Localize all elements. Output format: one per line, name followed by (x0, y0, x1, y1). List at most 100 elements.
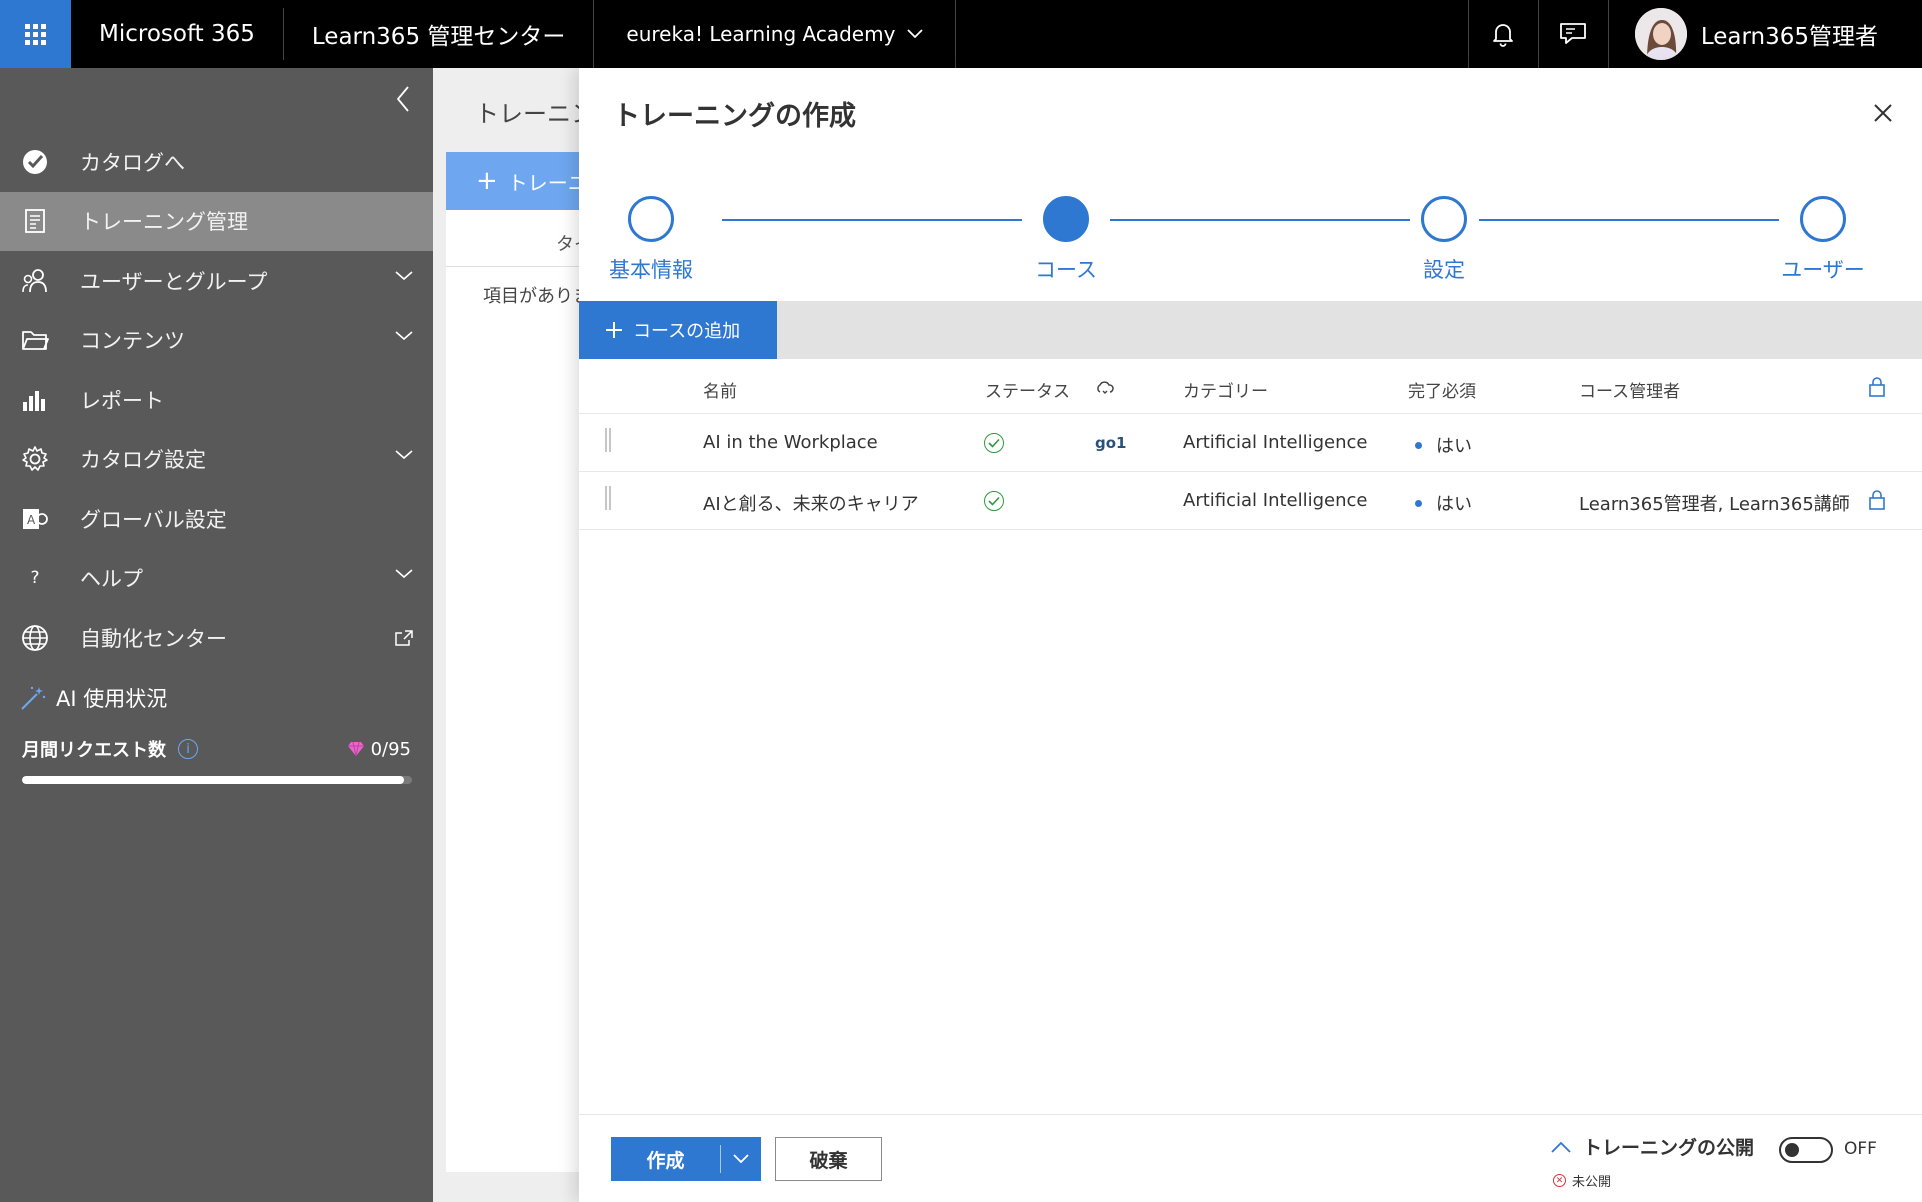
step-connector (1479, 219, 1779, 221)
column-header-name[interactable]: 名前 (703, 377, 737, 402)
bar-chart-icon (20, 385, 50, 415)
step-circle-current (1043, 196, 1089, 242)
course-toolbar: コースの追加 (579, 301, 1922, 359)
status-check-icon (984, 433, 1004, 453)
publish-label: トレーニングの公開 (1583, 1137, 1755, 1159)
drag-handle-icon[interactable] (605, 486, 611, 510)
step-connector (722, 219, 1022, 221)
user-menu[interactable]: Learn365管理者 (1607, 0, 1922, 68)
table-row[interactable]: AI in the Workplace go1 Artificial Intel… (579, 414, 1922, 472)
sidebar-item-label: ユーザーとグループ (80, 269, 268, 294)
chevron-down-icon (733, 1154, 749, 1164)
publish-status-text: 未公開 (1572, 1175, 1612, 1190)
tenant-name: eureka! Learning Academy (626, 22, 896, 46)
required-text: はい (1436, 494, 1472, 515)
column-header-required[interactable]: 完了必須 (1408, 377, 1476, 402)
brand-link[interactable]: Microsoft 365 (71, 8, 284, 60)
step-label: 基本情報 (609, 258, 693, 282)
create-button[interactable]: 作成 (611, 1137, 761, 1181)
sidebar-item-training-management[interactable]: トレーニング管理 (0, 191, 433, 251)
table-row[interactable]: AIと創る、未来のキャリア Artificial Intelligence はい… (579, 472, 1922, 530)
app-name[interactable]: Learn365 管理センター (284, 0, 595, 68)
sidebar-item-content[interactable]: コンテンツ (0, 311, 433, 371)
notifications-button[interactable] (1467, 0, 1538, 68)
discard-button[interactable]: 破棄 (775, 1137, 882, 1181)
column-header-status[interactable]: ステータス (985, 377, 1070, 402)
wizard-steps: 基本情報 コース 設定 ユーザー (579, 186, 1922, 286)
globe-icon (20, 623, 50, 653)
plus-icon (606, 322, 622, 338)
sidebar-item-automation-center[interactable]: 自動化センター (0, 608, 433, 668)
course-table: 名前 ステータス カテゴリー 完了必須 コース管理者 AI in the Wor… (579, 359, 1922, 530)
sidebar-item-label: トレーニング管理 (80, 210, 248, 235)
ai-usage-title: AI 使用状況 (20, 683, 167, 713)
add-course-button[interactable]: コースの追加 (579, 301, 777, 359)
request-progress-bar (22, 776, 412, 784)
create-label: 作成 (646, 1149, 685, 1172)
table-header: 名前 ステータス カテゴリー 完了必須 コース管理者 (579, 359, 1922, 414)
step-settings[interactable]: 設定 (1394, 186, 1494, 284)
document-list-icon (20, 206, 50, 236)
sidebar-item-reports[interactable]: レポート (0, 370, 433, 430)
lock-icon[interactable] (1868, 489, 1886, 511)
user-name: Learn365管理者 (1700, 24, 1878, 50)
step-basic-info[interactable]: 基本情報 (601, 186, 701, 284)
required-value: はい (1415, 490, 1472, 516)
required-text: はい (1436, 436, 1472, 457)
bullet-icon (1415, 441, 1422, 449)
step-label: コース (1035, 258, 1097, 282)
publish-section-header[interactable]: トレーニングの公開 (1551, 1133, 1754, 1160)
step-label: 設定 (1423, 258, 1465, 282)
folder-icon (20, 325, 50, 355)
column-header-category[interactable]: カテゴリー (1183, 377, 1268, 402)
course-name: AI in the Workplace (703, 432, 878, 453)
course-name: AIと創る、未来のキャリア (703, 494, 919, 515)
chevron-down-icon (395, 271, 413, 281)
step-circle (628, 196, 674, 242)
panel-title: トレーニングの作成 (613, 101, 856, 132)
monthly-requests-row: 月間リクエスト数 i 0/95 (22, 736, 411, 762)
column-header-managers[interactable]: コース管理者 (1579, 377, 1680, 402)
external-link-icon (395, 630, 413, 646)
feedback-button[interactable] (1537, 0, 1608, 68)
chevron-down-icon (395, 330, 413, 340)
collapse-sidebar-button[interactable] (391, 82, 415, 116)
close-icon[interactable] (1872, 102, 1894, 124)
avatar (1634, 8, 1687, 60)
bullet-icon (1415, 499, 1422, 507)
gem-icon (347, 741, 364, 757)
sidebar-item-global-settings[interactable]: A グローバル設定 (0, 489, 433, 549)
add-training-label: トレーニ (507, 170, 588, 195)
magic-wand-icon (21, 686, 46, 710)
step-circle (1800, 196, 1846, 242)
sidebar-item-help[interactable]: ? ヘルプ (0, 549, 433, 609)
panel-footer: 作成 破棄 トレーニングの公開 ✕ 未公開 OFF (579, 1114, 1922, 1202)
sidebar-item-label: カタログ設定 (80, 448, 206, 473)
info-icon[interactable]: i (178, 739, 198, 759)
step-connector (1110, 219, 1410, 221)
sidebar-item-users-groups[interactable]: ユーザーとグループ (0, 251, 433, 311)
tenant-selector[interactable]: eureka! Learning Academy (594, 0, 957, 68)
create-options-dropdown[interactable] (721, 1154, 761, 1164)
request-count: 0/95 (347, 739, 411, 760)
course-category: Artificial Intelligence (1183, 490, 1368, 511)
step-users[interactable]: ユーザー (1763, 186, 1883, 284)
ai-usage-label: AI 使用状況 (56, 687, 168, 711)
people-icon (20, 266, 50, 296)
publish-toggle[interactable] (1779, 1137, 1833, 1163)
step-course[interactable]: コース (1016, 186, 1116, 284)
sidebar-item-catalog-settings[interactable]: カタログ設定 (0, 430, 433, 490)
sidebar-nav: カタログへ トレーニング管理 ユーザーとグループ コンテンツ レポート カタログ… (0, 132, 433, 668)
create-training-panel: トレーニングの作成 基本情報 コース 設定 ユーザー コースの追加 名前 ステー… (579, 68, 1922, 1202)
drag-handle-icon[interactable] (605, 428, 611, 452)
step-label: ユーザー (1781, 258, 1865, 282)
chevron-up-icon (1551, 1141, 1571, 1153)
chevron-down-icon (395, 568, 413, 578)
required-value: はい (1415, 432, 1472, 458)
question-icon: ? (30, 568, 40, 589)
error-circle-icon: ✕ (1553, 1174, 1566, 1187)
course-managers: Learn365管理者, Learn365講師 (1579, 494, 1850, 515)
app-launcher-button[interactable] (0, 0, 71, 68)
sidebar-item-catalog[interactable]: カタログへ (0, 132, 433, 192)
gear-icon (20, 444, 50, 474)
